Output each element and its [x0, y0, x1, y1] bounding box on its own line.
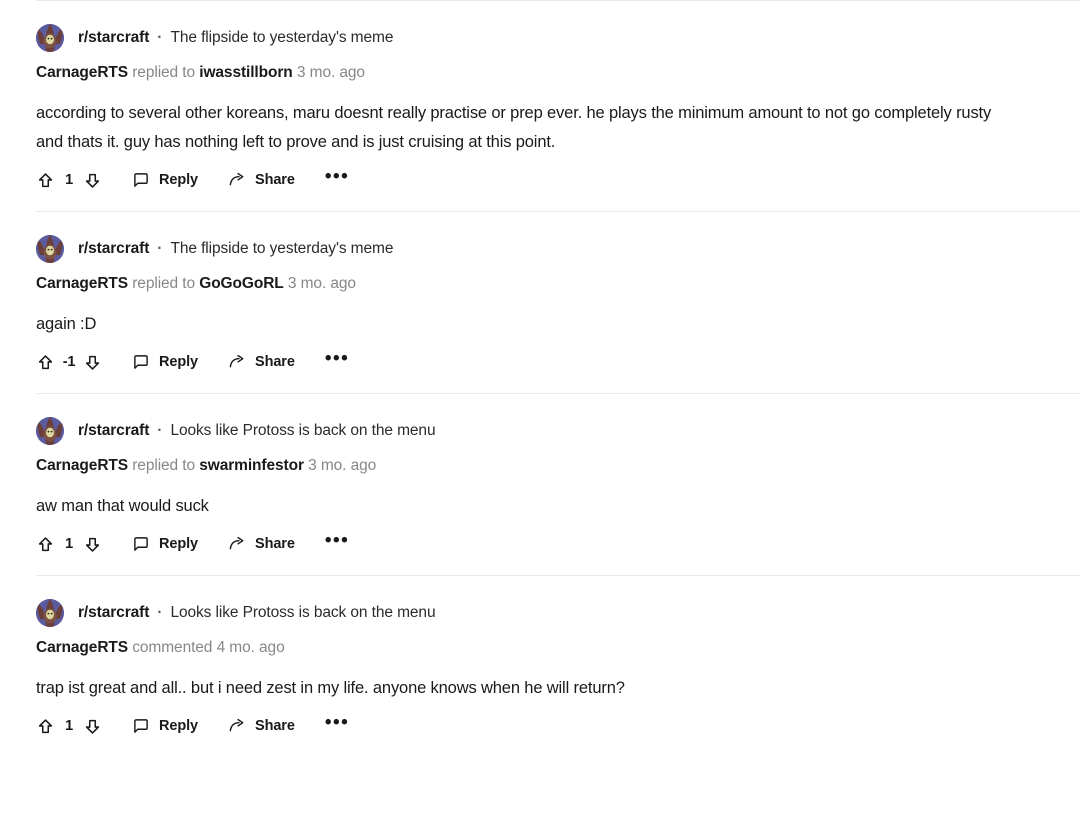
comment-bubble-icon [132, 353, 150, 371]
vote-count: 1 [65, 718, 73, 734]
upvote-arrow-icon[interactable] [36, 353, 55, 372]
comment-author[interactable]: CarnageRTS [36, 639, 128, 656]
comment-actions: 1 Reply Share ••• [36, 713, 1080, 739]
subreddit-name[interactable]: r/starcraft [78, 240, 149, 258]
reply-button[interactable]: Reply [132, 171, 198, 189]
subreddit-avatar-icon[interactable] [36, 417, 64, 445]
comment-body: trap ist great and all.. but i need zest… [36, 679, 625, 697]
share-label: Share [255, 536, 295, 552]
comment-actions: -1 Reply Share ••• [36, 349, 1080, 375]
vote-group: 1 [36, 171, 102, 190]
subreddit-name[interactable]: r/starcraft [78, 29, 149, 47]
header-separator: · [157, 240, 163, 257]
post-title[interactable]: The flipside to yesterday's meme [170, 29, 393, 47]
share-button[interactable]: Share [228, 717, 295, 735]
comment-author[interactable]: CarnageRTS [36, 275, 128, 292]
upvote-arrow-icon[interactable] [36, 171, 55, 190]
comment-header: r/starcraft · Looks like Protoss is back… [36, 416, 1080, 446]
more-options-icon[interactable]: ••• [325, 349, 349, 370]
comment-bubble-icon [132, 171, 150, 189]
comment-timestamp: 3 mo. ago [296, 64, 365, 81]
downvote-arrow-icon[interactable] [83, 535, 102, 554]
comment-item: r/starcraft · Looks like Protoss is back… [36, 394, 1080, 575]
comment-meta: CarnageRTS commented 4 mo. ago [36, 638, 1080, 658]
comment-item: r/starcraft · Looks like Protoss is back… [36, 576, 1080, 757]
comment-verb: replied to [132, 64, 196, 81]
comment-body: according to several other koreans, maru… [36, 104, 992, 151]
header-separator: · [157, 29, 163, 46]
downvote-arrow-icon[interactable] [83, 717, 102, 736]
comment-timestamp: 3 mo. ago [308, 457, 377, 474]
subreddit-name[interactable]: r/starcraft [78, 604, 149, 622]
more-options-icon[interactable]: ••• [325, 167, 349, 188]
header-separator: · [157, 422, 163, 439]
comment-header: r/starcraft · The flipside to yesterday'… [36, 23, 1080, 53]
more-options-icon[interactable]: ••• [325, 531, 349, 552]
vote-count: 1 [65, 172, 73, 188]
reply-label: Reply [159, 536, 198, 552]
comment-item: r/starcraft · The flipside to yesterday'… [36, 212, 1080, 393]
comment-header: r/starcraft · The flipside to yesterday'… [36, 234, 1080, 264]
subreddit-avatar-icon[interactable] [36, 599, 64, 627]
comment-meta: CarnageRTS replied to GoGoGoRL 3 mo. ago [36, 274, 1080, 294]
comment-verb: commented [132, 639, 213, 656]
reply-button[interactable]: Reply [132, 717, 198, 735]
comment-body: aw man that would suck [36, 497, 209, 515]
share-button[interactable]: Share [228, 353, 295, 371]
vote-count: 1 [65, 536, 73, 552]
comment-bubble-icon [132, 535, 150, 553]
share-button[interactable]: Share [228, 535, 295, 553]
comment-verb: replied to [132, 457, 196, 474]
vote-group: 1 [36, 535, 102, 554]
reply-target-user[interactable]: iwasstillborn [199, 64, 293, 81]
share-button[interactable]: Share [228, 171, 295, 189]
downvote-arrow-icon[interactable] [83, 171, 102, 190]
reply-label: Reply [159, 354, 198, 370]
header-separator: · [157, 604, 163, 621]
comment-author[interactable]: CarnageRTS [36, 457, 128, 474]
share-arrow-icon [228, 717, 246, 735]
share-label: Share [255, 718, 295, 734]
comment-verb: replied to [132, 275, 196, 292]
share-label: Share [255, 354, 295, 370]
reply-label: Reply [159, 718, 198, 734]
vote-group: -1 [36, 353, 102, 372]
upvote-arrow-icon[interactable] [36, 717, 55, 736]
post-title[interactable]: Looks like Protoss is back on the menu [170, 422, 435, 440]
comment-meta: CarnageRTS replied to iwasstillborn 3 mo… [36, 63, 1080, 83]
subreddit-avatar-icon[interactable] [36, 24, 64, 52]
vote-group: 1 [36, 717, 102, 736]
comment-timestamp: 4 mo. ago [216, 639, 285, 656]
vote-count: -1 [62, 354, 76, 370]
comments-feed: r/starcraft · The flipside to yesterday'… [0, 0, 1080, 757]
comment-bubble-icon [132, 717, 150, 735]
comment-body: again :D [36, 315, 97, 333]
comment-actions: 1 Reply Share ••• [36, 167, 1080, 193]
share-arrow-icon [228, 535, 246, 553]
downvote-arrow-icon[interactable] [83, 353, 102, 372]
post-title[interactable]: The flipside to yesterday's meme [170, 240, 393, 258]
comment-item: r/starcraft · The flipside to yesterday'… [36, 1, 1080, 211]
share-arrow-icon [228, 353, 246, 371]
more-options-icon[interactable]: ••• [325, 713, 349, 734]
reply-button[interactable]: Reply [132, 535, 198, 553]
comment-header: r/starcraft · Looks like Protoss is back… [36, 598, 1080, 628]
reply-button[interactable]: Reply [132, 353, 198, 371]
share-label: Share [255, 172, 295, 188]
reply-target-user[interactable]: swarminfestor [199, 457, 304, 474]
comment-author[interactable]: CarnageRTS [36, 64, 128, 81]
subreddit-name[interactable]: r/starcraft [78, 422, 149, 440]
share-arrow-icon [228, 171, 246, 189]
comment-timestamp: 3 mo. ago [287, 275, 356, 292]
subreddit-avatar-icon[interactable] [36, 235, 64, 263]
reply-target-user[interactable]: GoGoGoRL [199, 275, 284, 292]
reply-label: Reply [159, 172, 198, 188]
upvote-arrow-icon[interactable] [36, 535, 55, 554]
comment-actions: 1 Reply Share ••• [36, 531, 1080, 557]
comment-meta: CarnageRTS replied to swarminfestor 3 mo… [36, 456, 1080, 476]
post-title[interactable]: Looks like Protoss is back on the menu [170, 604, 435, 622]
